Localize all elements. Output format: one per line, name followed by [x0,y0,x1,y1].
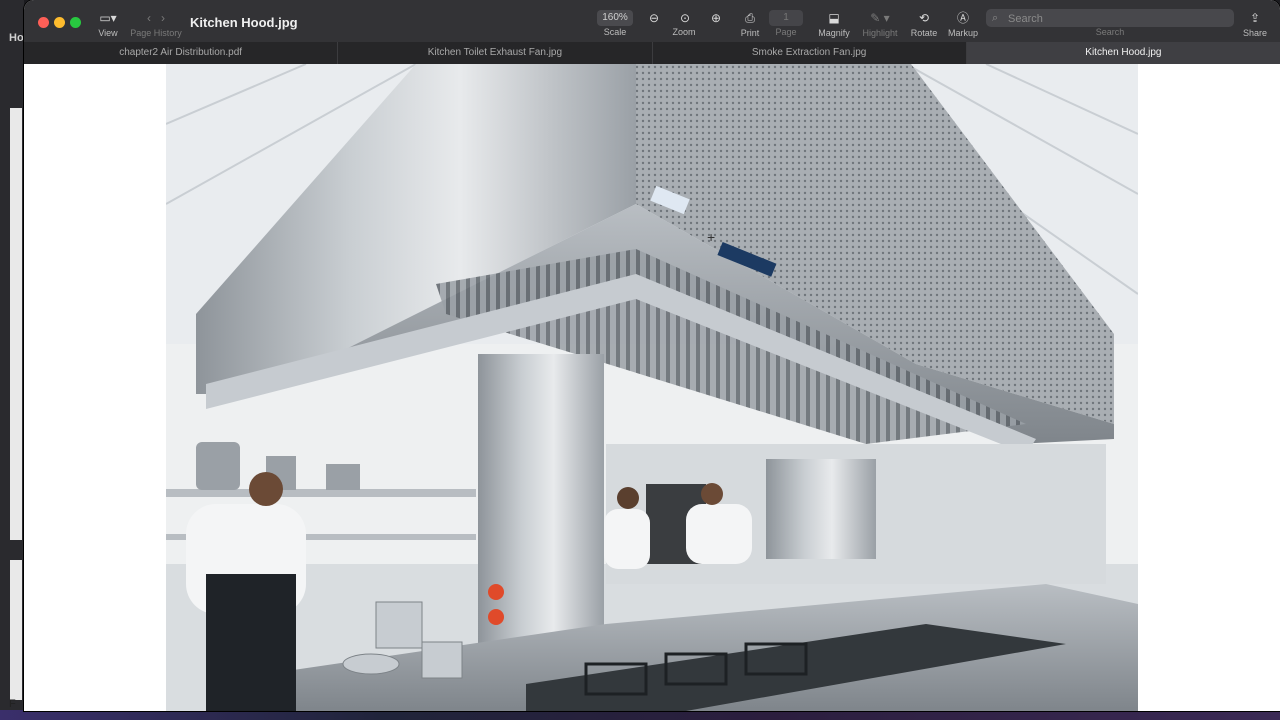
zoom-icon: ⊙ [679,11,691,25]
crosshair-cursor-icon: + [707,229,716,245]
highlight-label: Highlight [862,28,898,38]
printer-icon: ⎙ [745,11,755,25]
document-title: Kitchen Hood.jpg [190,15,298,30]
toolbar: ▭▾ View ‹ › Page History Kitchen Hood.jp… [24,0,1280,42]
print-label: Print [740,28,760,38]
background-app-panel [10,108,22,540]
magnify-label: Magnify [818,28,850,38]
background-app-panel [10,560,22,700]
page-caption: Page [770,26,802,37]
share-button[interactable]: ⇪ Share [1240,9,1270,38]
image-viewer[interactable]: + [24,64,1280,711]
background-app-text: Ho [9,32,24,44]
page-history-button[interactable]: ‹ › Page History [128,9,184,38]
zoom-out-icon: ⊖ [648,11,660,25]
scale-caption: Scale [599,26,631,37]
zoom-in-button[interactable]: ⊕ [706,9,726,27]
kitchen-hood-illustration [166,64,1138,711]
share-label: Share [1242,28,1268,38]
markup-label: Markup [947,28,978,38]
view-button[interactable]: ▭▾ View [94,9,122,38]
scale-label: Scale [603,27,627,37]
markup-button[interactable]: Ⓐ Markup [946,9,980,38]
maximize-button[interactable] [70,17,81,28]
search-icon: ⌕ [992,12,999,24]
share-icon: ⇪ [1249,11,1261,25]
markup-pen-icon: Ⓐ [956,11,969,25]
page-history-label: Page History [130,28,182,38]
search-caption: Search [1090,26,1130,37]
dock-edge [0,710,1280,720]
back-forward-icon: ‹ › [147,11,165,25]
rotate-label: Rotate [910,28,938,38]
rotate-button[interactable]: ⟲ Rotate [908,9,940,38]
zoom-in-icon: ⊕ [710,11,722,25]
zoom-out-button[interactable]: ⊖ [644,9,664,27]
highlight-button[interactable]: ✎ ▾ Highlight [858,9,902,38]
tab-bar: chapter2 Air Distribution.pdf Kitchen To… [24,42,1280,64]
view-label: View [98,28,118,38]
tab-kitchen-toilet-exhaust-fan[interactable]: Kitchen Toilet Exhaust Fan.jpg [338,42,653,64]
close-button[interactable] [38,17,49,28]
highlighter-icon: ✎ ▾ [870,11,890,25]
search-field[interactable]: ⌕ [986,9,1234,28]
search-label: Search [1095,27,1125,37]
kitchen-hood-photo [166,64,1138,711]
print-button[interactable]: ⎙ Print [736,9,764,38]
magnify-button[interactable]: ⬓ Magnify [814,9,854,38]
page-number-field[interactable]: 1 [769,10,803,26]
zoom-caption: Zoom [664,26,704,37]
scale-field[interactable]: 160% [597,10,633,26]
magnifier-icon: ⬓ [828,11,840,25]
tab-smoke-extraction-fan[interactable]: Smoke Extraction Fan.jpg [653,42,967,64]
page-label: Page [775,27,797,37]
minimize-button[interactable] [54,17,65,28]
background-app-window: Ho F [0,0,24,720]
rotate-icon: ⟲ [918,11,930,25]
tab-kitchen-hood[interactable]: Kitchen Hood.jpg [966,42,1280,64]
zoom-label: Zoom [672,27,696,37]
sidebar-icon: ▭▾ [99,11,117,25]
background-app-text: F [9,698,16,710]
preview-window: ▭▾ View ‹ › Page History Kitchen Hood.jp… [24,0,1280,711]
tab-chapter2-air-distribution[interactable]: chapter2 Air Distribution.pdf [24,42,339,64]
zoom-actual-button[interactable]: ⊙ [675,9,695,27]
